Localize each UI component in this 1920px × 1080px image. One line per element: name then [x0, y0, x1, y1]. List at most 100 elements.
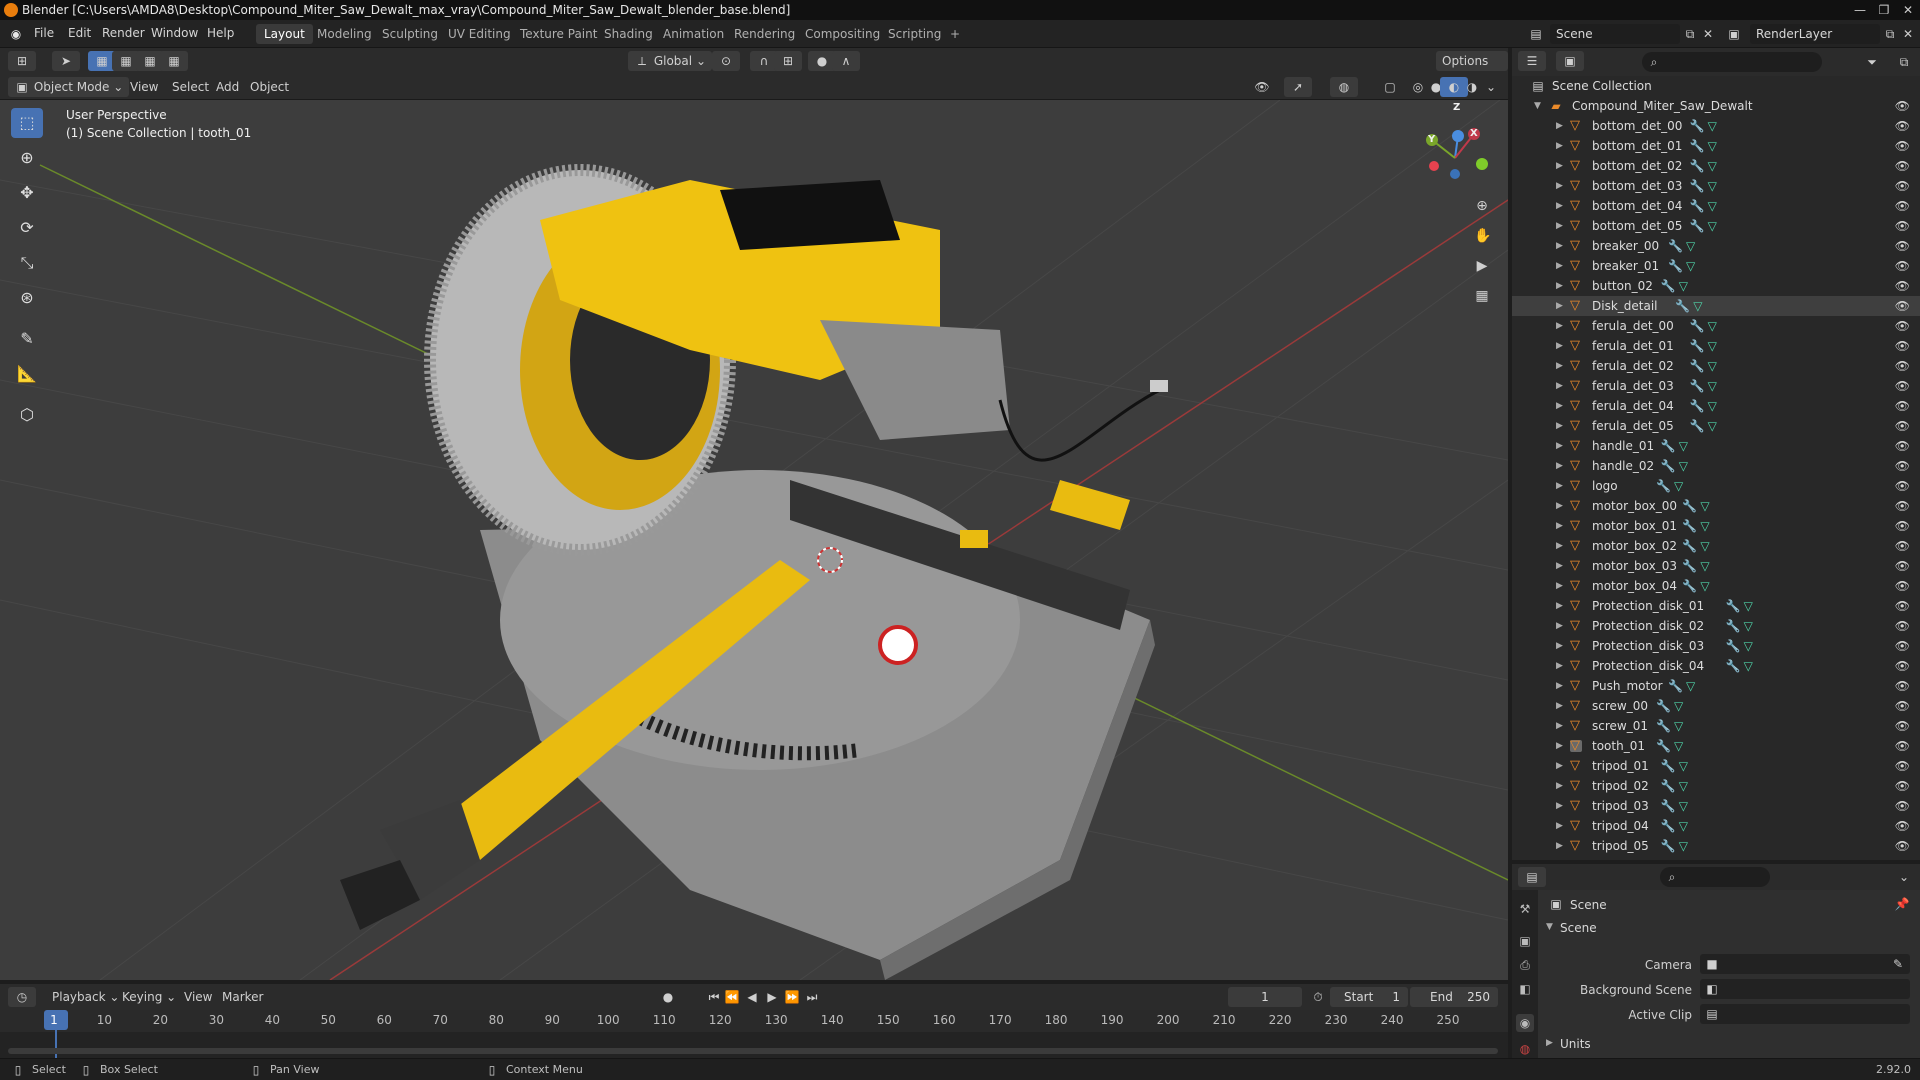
eye-icon[interactable]: 👁	[1895, 156, 1910, 176]
select-box-tool[interactable]: ⬚	[11, 108, 43, 138]
select-tool-button[interactable]: ➤	[52, 51, 80, 71]
pan-hand-icon[interactable]: ✋	[1474, 228, 1491, 244]
mesh-data-icon[interactable]: ▽	[1693, 296, 1702, 316]
menu-timeline-view[interactable]: View	[178, 987, 218, 1007]
mesh-data-icon[interactable]: ▽	[1679, 776, 1688, 796]
mesh-data-icon[interactable]: ▽	[1674, 716, 1683, 736]
expand-arrow-icon[interactable]: ▶	[1556, 376, 1563, 396]
menu-help[interactable]: Help	[207, 26, 234, 40]
eye-icon[interactable]: 👁	[1895, 636, 1910, 656]
outliner-row[interactable]: ▶ ▽ ferula_det_00 🔧 ▽ 👁	[1512, 316, 1920, 336]
mesh-data-icon[interactable]: ▽	[1708, 336, 1717, 356]
expand-arrow-icon[interactable]: ▶	[1556, 316, 1563, 336]
tab-uv-editing[interactable]: UV Editing	[440, 24, 519, 44]
filter-icon[interactable]: ⏷	[1864, 54, 1880, 70]
eye-icon[interactable]: 👁	[1895, 196, 1910, 216]
outliner-row[interactable]: ▶ ▽ Disk_detail 🔧 ▽ 👁	[1512, 296, 1920, 316]
modifier-wrench-icon[interactable]: 🔧	[1656, 696, 1671, 716]
menu-render[interactable]: Render	[102, 26, 145, 40]
expand-arrow-icon[interactable]: ▶	[1556, 836, 1563, 856]
mesh-data-icon[interactable]: ▽	[1700, 556, 1709, 576]
mesh-data-icon[interactable]: ▽	[1679, 836, 1688, 856]
outliner-row[interactable]: ▶ ▽ button_02 🔧 ▽ 👁	[1512, 276, 1920, 296]
expand-arrow-icon[interactable]: ▼	[1534, 96, 1541, 116]
expand-arrow-icon[interactable]: ▶	[1556, 136, 1563, 156]
modifier-wrench-icon[interactable]: 🔧	[1690, 336, 1705, 356]
mesh-data-icon[interactable]: ▽	[1700, 516, 1709, 536]
measure-tool[interactable]: 📐	[11, 359, 43, 389]
outliner-row[interactable]: ▶ ▽ ferula_det_04 🔧 ▽ 👁	[1512, 396, 1920, 416]
xray-toggle[interactable]: ▢	[1376, 77, 1404, 97]
expand-arrow-icon[interactable]: ▶	[1556, 516, 1563, 536]
modifier-wrench-icon[interactable]: 🔧	[1726, 596, 1741, 616]
expand-arrow-icon[interactable]: ▶	[1556, 156, 1563, 176]
outliner-row[interactable]: ▶ ▽ handle_01 🔧 ▽ 👁	[1512, 436, 1920, 456]
eye-icon[interactable]: 👁	[1895, 616, 1910, 636]
menu-playback[interactable]: Playback ⌄	[46, 987, 125, 1007]
mesh-data-icon[interactable]: ▽	[1674, 476, 1683, 496]
expand-arrow-icon[interactable]: ▶	[1556, 296, 1563, 316]
eye-icon[interactable]: 👁	[1895, 296, 1910, 316]
menu-window[interactable]: Window	[151, 26, 198, 40]
eye-icon[interactable]: 👁	[1895, 456, 1910, 476]
eye-icon[interactable]: 👁	[1895, 656, 1910, 676]
start-frame-field[interactable]: Start 1	[1330, 987, 1408, 1007]
modifier-wrench-icon[interactable]: 🔧	[1661, 796, 1676, 816]
mesh-data-icon[interactable]: ▽	[1744, 596, 1753, 616]
outliner-row[interactable]: ▶ ▽ tripod_05 🔧 ▽ 👁	[1512, 836, 1920, 856]
modifier-wrench-icon[interactable]: 🔧	[1661, 756, 1676, 776]
shading-options-dropdown[interactable]: ⌄	[1480, 77, 1502, 97]
properties-search-input[interactable]: ⌕	[1660, 867, 1770, 887]
timeline-body[interactable]: 1 10 20 30 40 50 60 70 80 90 100 110 120 130 140 150 160…	[0, 1010, 1508, 1058]
tab-shading[interactable]: Shading	[596, 24, 661, 44]
gizmo-negx-dot[interactable]	[1429, 161, 1439, 171]
jump-start-icon[interactable]: ⏮	[706, 989, 722, 1005]
modifier-wrench-icon[interactable]: 🔧	[1690, 396, 1705, 416]
mesh-data-icon[interactable]: ▽	[1679, 436, 1688, 456]
outliner-row[interactable]: ▶ ▽ bottom_det_02 🔧 ▽ 👁	[1512, 156, 1920, 176]
expand-arrow-icon[interactable]: ▶	[1556, 196, 1563, 216]
timeline-scrollbar[interactable]	[8, 1048, 1498, 1054]
modifier-wrench-icon[interactable]: 🔧	[1661, 436, 1676, 456]
outliner-row[interactable]: ▶ ▽ motor_box_03 🔧 ▽ 👁	[1512, 556, 1920, 576]
modifier-wrench-icon[interactable]: 🔧	[1690, 136, 1705, 156]
eye-icon[interactable]: 👁	[1895, 136, 1910, 156]
output-tab-icon[interactable]: ⎙	[1516, 956, 1534, 974]
active-clip-field[interactable]: ▤	[1700, 1004, 1910, 1024]
outliner-row[interactable]: ▶ ▽ tripod_03 🔧 ▽ 👁	[1512, 796, 1920, 816]
render-tab-icon[interactable]: ▣	[1516, 932, 1534, 950]
expand-arrow-icon[interactable]: ▶	[1556, 476, 1563, 496]
eye-icon[interactable]: 👁	[1895, 416, 1910, 436]
play-reverse-icon[interactable]: ◀	[744, 989, 760, 1005]
eye-icon[interactable]: 👁	[1895, 676, 1910, 696]
pivot-point-dropdown[interactable]: ⊙	[712, 51, 740, 71]
mesh-data-icon[interactable]: ▽	[1708, 316, 1717, 336]
outliner-row[interactable]: ▶ ▽ Protection_disk_02 🔧 ▽ 👁	[1512, 616, 1920, 636]
modifier-wrench-icon[interactable]: 🔧	[1682, 516, 1697, 536]
eye-icon[interactable]: 👁	[1895, 176, 1910, 196]
tab-scripting[interactable]: Scripting	[880, 24, 949, 44]
expand-arrow-icon[interactable]: ▶	[1556, 796, 1563, 816]
outliner-row[interactable]: ▶ ▽ tripod_04 🔧 ▽ 👁	[1512, 816, 1920, 836]
modifier-wrench-icon[interactable]: 🔧	[1682, 536, 1697, 556]
select-mode-intersect[interactable]: ▦	[160, 51, 188, 71]
mesh-data-icon[interactable]: ▽	[1708, 156, 1717, 176]
rotate-tool[interactable]: ⟳	[11, 213, 43, 243]
eye-icon[interactable]: 👁	[1895, 576, 1910, 596]
camera-view-icon[interactable]: ▶	[1474, 258, 1490, 274]
mesh-data-icon[interactable]: ▽	[1679, 756, 1688, 776]
mesh-data-icon[interactable]: ▽	[1708, 116, 1717, 136]
expand-arrow-icon[interactable]: ▶	[1556, 176, 1563, 196]
expand-arrow-icon[interactable]: ▶	[1556, 336, 1563, 356]
modifier-wrench-icon[interactable]: 🔧	[1690, 416, 1705, 436]
end-frame-field[interactable]: End 250	[1410, 987, 1498, 1007]
eye-icon[interactable]: 👁	[1895, 336, 1910, 356]
eye-icon[interactable]: 👁	[1895, 276, 1910, 296]
object-mode-dropdown[interactable]: ▣ Object Mode ⌄	[8, 77, 130, 97]
expand-arrow-icon[interactable]: ▶	[1556, 756, 1563, 776]
gizmo-negy-dot[interactable]	[1476, 158, 1488, 170]
3d-viewport[interactable]: User Perspective (1) Scene Collection | …	[0, 100, 1508, 980]
chevron-down-icon[interactable]: ⌄	[1896, 869, 1912, 885]
eye-icon[interactable]: 👁	[1895, 736, 1910, 756]
mesh-data-icon[interactable]: ▽	[1679, 276, 1688, 296]
